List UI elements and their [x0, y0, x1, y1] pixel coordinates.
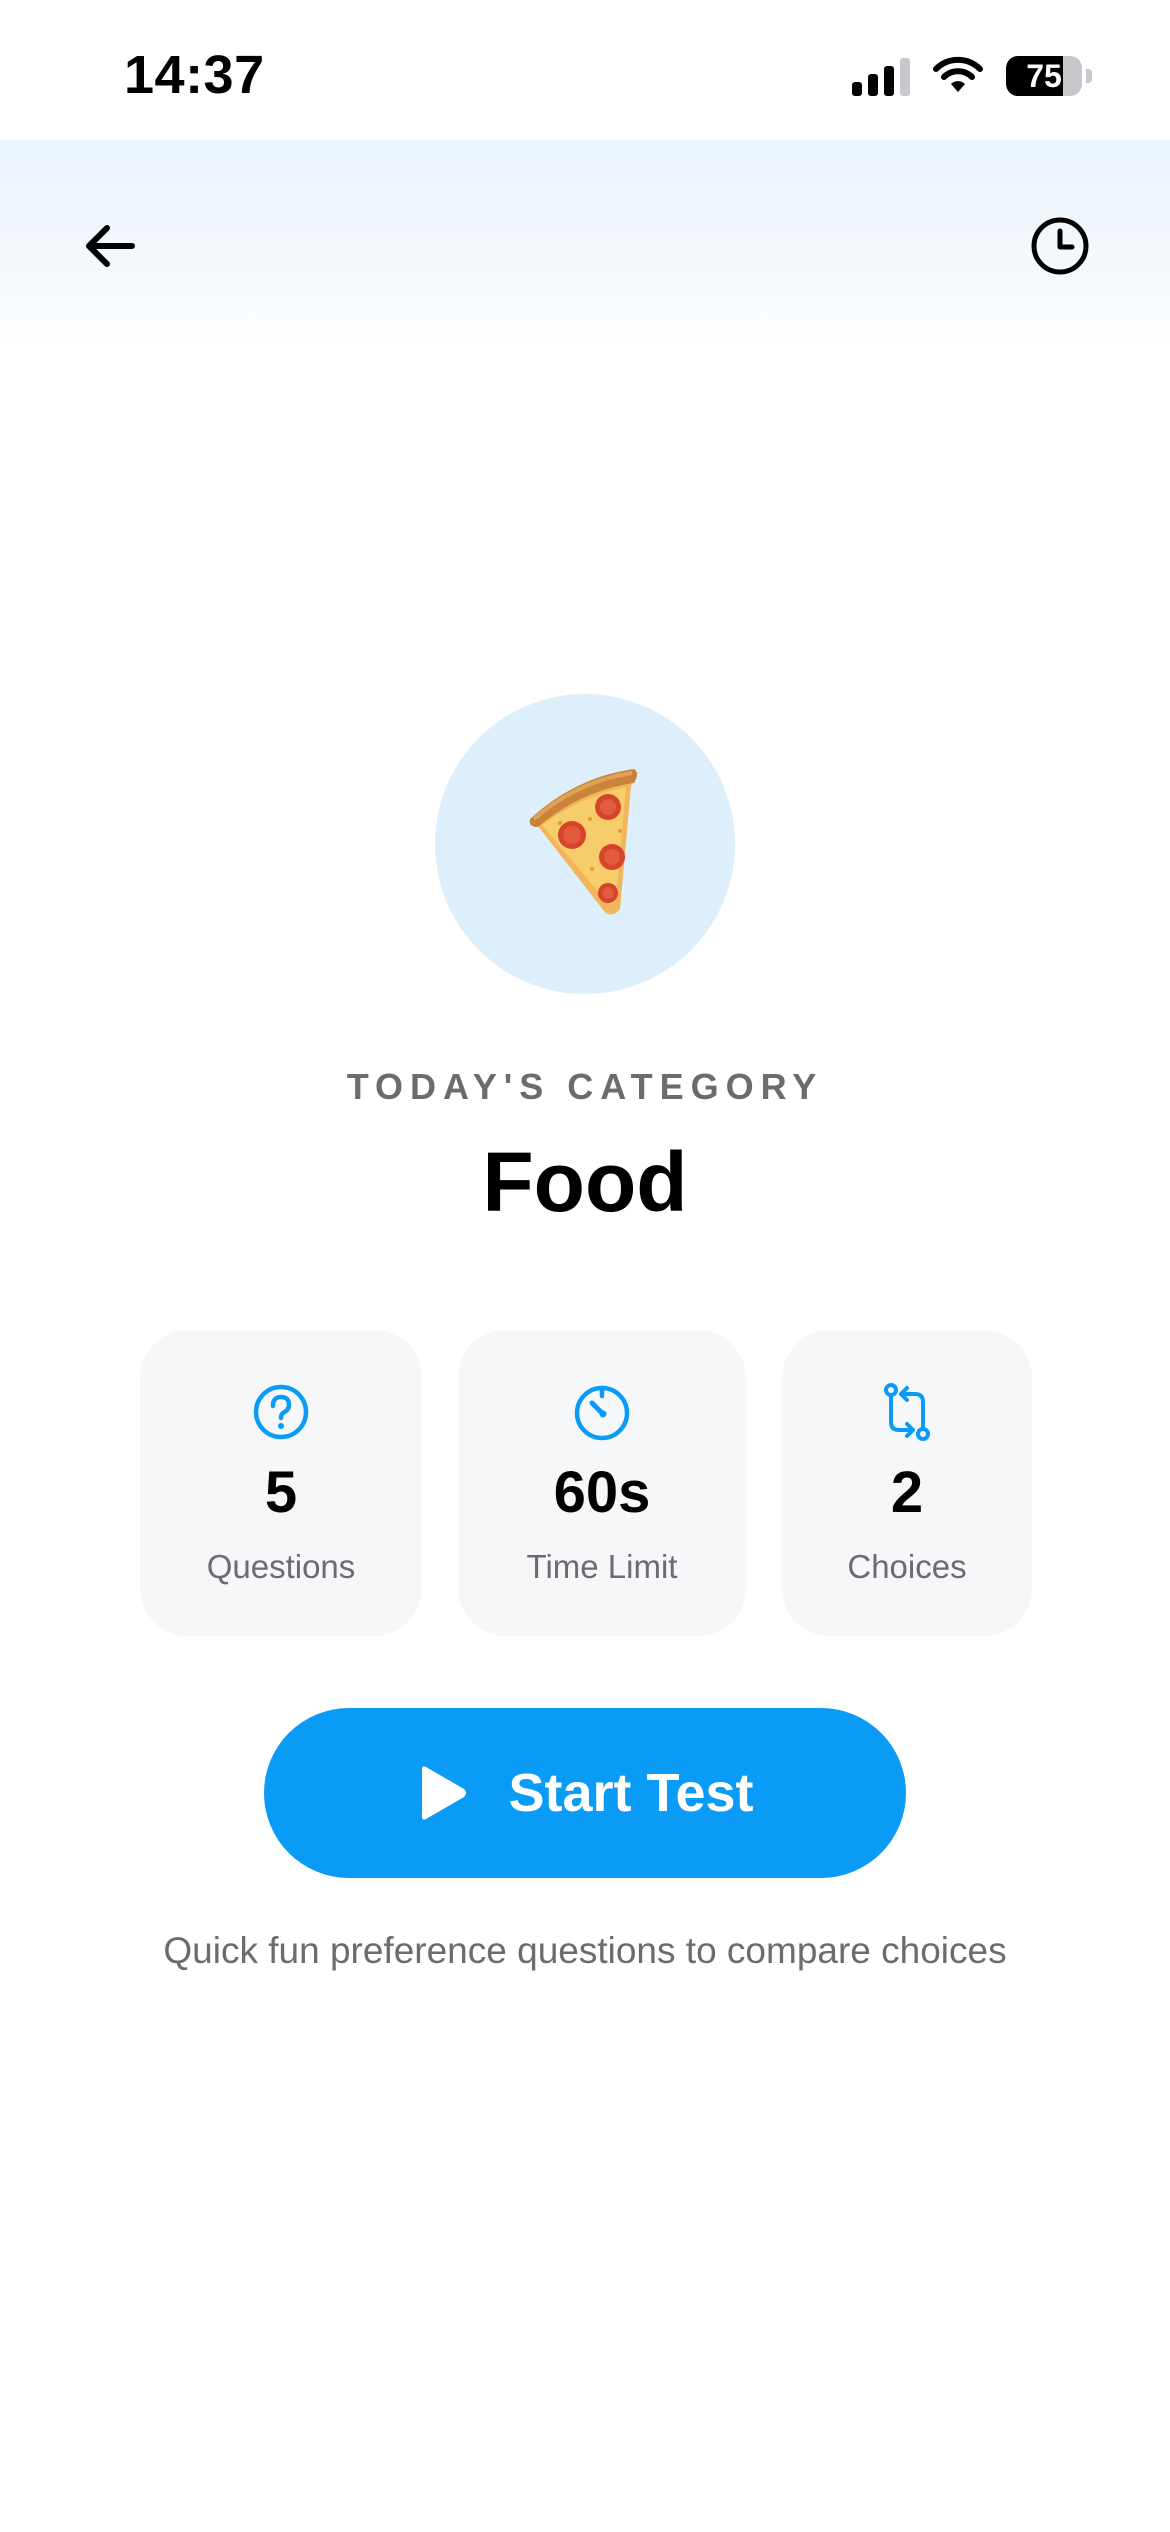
- stat-label-time-limit: Time Limit: [526, 1548, 678, 1585]
- timer-icon: [574, 1385, 630, 1441]
- category-eyebrow: TODAY'S CATEGORY: [346, 1066, 824, 1107]
- battery-icon: 75: [1006, 56, 1082, 96]
- stat-value-time-limit: 60s: [553, 1460, 651, 1525]
- stat-label-questions: Questions: [206, 1548, 356, 1585]
- play-icon: [422, 1766, 467, 1820]
- pizza-emoji: [529, 769, 637, 915]
- wifi-icon: [933, 56, 983, 92]
- history-button[interactable]: [1020, 206, 1100, 286]
- compare-arrows-icon: [884, 1383, 930, 1441]
- battery-percent: 75: [1026, 58, 1062, 94]
- stat-card-time-limit: 60s Time Limit: [458, 1330, 746, 1636]
- quiz-intro-screen: 14:37 75 TODAY'S CATEGORY Food 5 Questio…: [0, 0, 1170, 2532]
- header: [0, 140, 1170, 350]
- stat-value-questions: 5: [264, 1460, 298, 1525]
- stat-card-choices: 2 Choices: [782, 1330, 1032, 1636]
- category-description: Quick fun preference questions to compar…: [163, 1930, 1007, 1971]
- stat-label-choices: Choices: [847, 1548, 967, 1585]
- question-circle-icon: [253, 1384, 309, 1440]
- status-bar: 14:37 75: [0, 0, 1170, 140]
- start-test-button[interactable]: Start Test: [264, 1708, 906, 1878]
- back-button[interactable]: [70, 206, 150, 286]
- stat-value-choices: 2: [890, 1460, 924, 1525]
- stat-card-questions: 5 Questions: [140, 1330, 422, 1636]
- start-test-label: Start Test: [508, 1763, 754, 1823]
- category-title: Food: [482, 1135, 688, 1229]
- cellular-signal-icon: [852, 56, 910, 96]
- battery-cap: [1086, 69, 1092, 83]
- arrow-left-icon: [86, 225, 135, 267]
- category-emoji-badge: [435, 694, 735, 994]
- status-time: 14:37: [124, 45, 265, 105]
- status-icons: 75: [852, 54, 1092, 98]
- clock-icon: [1031, 217, 1089, 275]
